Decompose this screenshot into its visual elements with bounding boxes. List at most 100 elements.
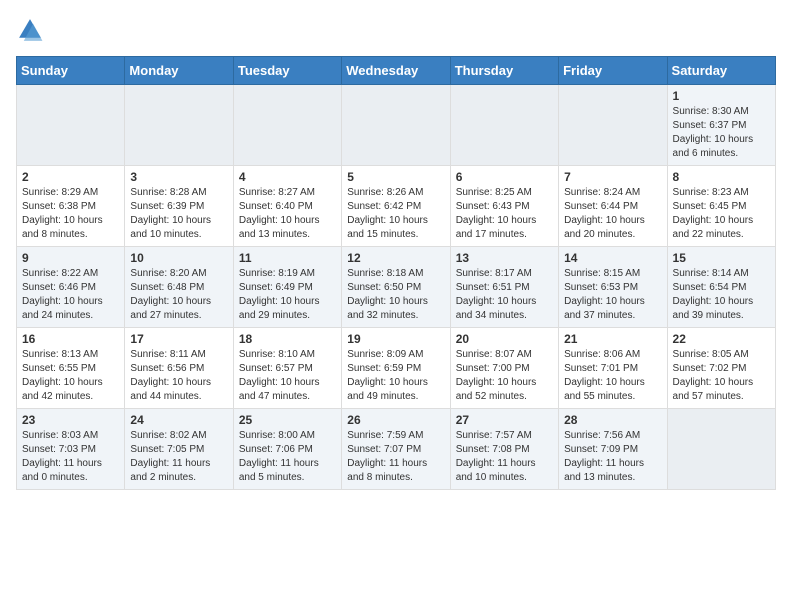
day-number: 16 — [22, 332, 119, 346]
calendar-cell: 17 Sunrise: 8:11 AM Sunset: 6:56 PM Dayli… — [125, 328, 233, 409]
day-info: Sunrise: 8:00 AM Sunset: 7:06 PM Dayligh… — [239, 429, 336, 485]
day-info: Sunrise: 8:05 AM Sunset: 7:02 PM Dayligh… — [673, 348, 770, 404]
calendar-cell — [450, 85, 558, 166]
calendar-cell: 6 Sunrise: 8:25 AM Sunset: 6:43 PM Daylig… — [450, 166, 558, 247]
day-number: 4 — [239, 170, 336, 184]
day-info: Sunrise: 8:27 AM Sunset: 6:40 PM Dayligh… — [239, 186, 336, 242]
day-info: Sunrise: 8:24 AM Sunset: 6:44 PM Dayligh… — [564, 186, 661, 242]
day-number: 23 — [22, 413, 119, 427]
calendar-week-row: 2 Sunrise: 8:29 AM Sunset: 6:38 PM Daylig… — [17, 166, 776, 247]
calendar-cell — [17, 85, 125, 166]
day-number: 18 — [239, 332, 336, 346]
day-number: 9 — [22, 251, 119, 265]
day-info: Sunrise: 8:18 AM Sunset: 6:50 PM Dayligh… — [347, 267, 444, 323]
day-info: Sunrise: 8:10 AM Sunset: 6:57 PM Dayligh… — [239, 348, 336, 404]
calendar: SundayMondayTuesdayWednesdayThursdayFrid… — [16, 56, 776, 490]
calendar-cell: 11 Sunrise: 8:19 AM Sunset: 6:49 PM Dayli… — [233, 247, 341, 328]
calendar-cell: 20 Sunrise: 8:07 AM Sunset: 7:00 PM Dayli… — [450, 328, 558, 409]
calendar-cell: 13Sunrise: 8:17 AM Sunset: 6:51 PM Dayli… — [450, 247, 558, 328]
day-info: Sunrise: 8:26 AM Sunset: 6:42 PM Dayligh… — [347, 186, 444, 242]
day-info: Sunrise: 8:29 AM Sunset: 6:38 PM Dayligh… — [22, 186, 119, 242]
day-info: Sunrise: 8:19 AM Sunset: 6:49 PM Dayligh… — [239, 267, 336, 323]
calendar-cell: 27 Sunrise: 7:57 AM Sunset: 7:08 PM Dayli… — [450, 409, 558, 490]
day-number: 20 — [456, 332, 553, 346]
day-number: 8 — [673, 170, 770, 184]
calendar-cell: 10 Sunrise: 8:20 AM Sunset: 6:48 PM Dayli… — [125, 247, 233, 328]
day-number: 7 — [564, 170, 661, 184]
day-number: 27 — [456, 413, 553, 427]
day-number: 15 — [673, 251, 770, 265]
day-info: Sunrise: 8:06 AM Sunset: 7:01 PM Dayligh… — [564, 348, 661, 404]
day-number: 17 — [130, 332, 227, 346]
header-sunday: Sunday — [17, 57, 125, 85]
day-info: Sunrise: 8:20 AM Sunset: 6:48 PM Dayligh… — [130, 267, 227, 323]
calendar-cell: 21 Sunrise: 8:06 AM Sunset: 7:01 PM Dayli… — [559, 328, 667, 409]
calendar-cell: 25 Sunrise: 8:00 AM Sunset: 7:06 PM Dayli… — [233, 409, 341, 490]
calendar-cell: 5 Sunrise: 8:26 AM Sunset: 6:42 PM Daylig… — [342, 166, 450, 247]
logo-icon — [16, 16, 44, 44]
header-saturday: Saturday — [667, 57, 775, 85]
day-number: 22 — [673, 332, 770, 346]
calendar-cell — [342, 85, 450, 166]
day-number: 21 — [564, 332, 661, 346]
logo — [16, 16, 48, 44]
calendar-cell: 2 Sunrise: 8:29 AM Sunset: 6:38 PM Daylig… — [17, 166, 125, 247]
calendar-cell — [125, 85, 233, 166]
day-info: Sunrise: 8:09 AM Sunset: 6:59 PM Dayligh… — [347, 348, 444, 404]
day-info: Sunrise: 8:15 AM Sunset: 6:53 PM Dayligh… — [564, 267, 661, 323]
calendar-cell: 23 Sunrise: 8:03 AM Sunset: 7:03 PM Dayli… — [17, 409, 125, 490]
header-tuesday: Tuesday — [233, 57, 341, 85]
day-info: Sunrise: 7:59 AM Sunset: 7:07 PM Dayligh… — [347, 429, 444, 485]
day-number: 19 — [347, 332, 444, 346]
day-info: Sunrise: 8:25 AM Sunset: 6:43 PM Dayligh… — [456, 186, 553, 242]
calendar-header-row: SundayMondayTuesdayWednesdayThursdayFrid… — [17, 57, 776, 85]
day-number: 25 — [239, 413, 336, 427]
day-number: 1 — [673, 89, 770, 103]
day-info: Sunrise: 7:57 AM Sunset: 7:08 PM Dayligh… — [456, 429, 553, 485]
calendar-week-row: 1 Sunrise: 8:30 AM Sunset: 6:37 PM Daylig… — [17, 85, 776, 166]
calendar-week-row: 16 Sunrise: 8:13 AM Sunset: 6:55 PM Dayli… — [17, 328, 776, 409]
day-info: Sunrise: 8:07 AM Sunset: 7:00 PM Dayligh… — [456, 348, 553, 404]
header-wednesday: Wednesday — [342, 57, 450, 85]
calendar-cell — [667, 409, 775, 490]
day-number: 14 — [564, 251, 661, 265]
calendar-cell: 28Sunrise: 7:56 AM Sunset: 7:09 PM Dayli… — [559, 409, 667, 490]
calendar-week-row: 23 Sunrise: 8:03 AM Sunset: 7:03 PM Dayli… — [17, 409, 776, 490]
day-number: 12 — [347, 251, 444, 265]
day-info: Sunrise: 8:28 AM Sunset: 6:39 PM Dayligh… — [130, 186, 227, 242]
calendar-cell: 15Sunrise: 8:14 AM Sunset: 6:54 PM Dayli… — [667, 247, 775, 328]
header-friday: Friday — [559, 57, 667, 85]
day-number: 6 — [456, 170, 553, 184]
calendar-cell: 4 Sunrise: 8:27 AM Sunset: 6:40 PM Daylig… — [233, 166, 341, 247]
calendar-week-row: 9 Sunrise: 8:22 AM Sunset: 6:46 PM Daylig… — [17, 247, 776, 328]
day-info: Sunrise: 8:23 AM Sunset: 6:45 PM Dayligh… — [673, 186, 770, 242]
day-number: 5 — [347, 170, 444, 184]
day-number: 28 — [564, 413, 661, 427]
day-info: Sunrise: 8:22 AM Sunset: 6:46 PM Dayligh… — [22, 267, 119, 323]
calendar-cell: 24Sunrise: 8:02 AM Sunset: 7:05 PM Dayli… — [125, 409, 233, 490]
day-info: Sunrise: 8:03 AM Sunset: 7:03 PM Dayligh… — [22, 429, 119, 485]
day-number: 11 — [239, 251, 336, 265]
calendar-cell: 26 Sunrise: 7:59 AM Sunset: 7:07 PM Dayli… — [342, 409, 450, 490]
calendar-cell: 18 Sunrise: 8:10 AM Sunset: 6:57 PM Dayli… — [233, 328, 341, 409]
day-number: 26 — [347, 413, 444, 427]
day-number: 13 — [456, 251, 553, 265]
calendar-cell: 16 Sunrise: 8:13 AM Sunset: 6:55 PM Dayli… — [17, 328, 125, 409]
calendar-cell — [233, 85, 341, 166]
day-number: 10 — [130, 251, 227, 265]
day-number: 2 — [22, 170, 119, 184]
calendar-cell: 7 Sunrise: 8:24 AM Sunset: 6:44 PM Daylig… — [559, 166, 667, 247]
calendar-cell: 9 Sunrise: 8:22 AM Sunset: 6:46 PM Daylig… — [17, 247, 125, 328]
calendar-cell: 1 Sunrise: 8:30 AM Sunset: 6:37 PM Daylig… — [667, 85, 775, 166]
calendar-cell: 8 Sunrise: 8:23 AM Sunset: 6:45 PM Daylig… — [667, 166, 775, 247]
header — [16, 16, 776, 44]
day-number: 3 — [130, 170, 227, 184]
header-monday: Monday — [125, 57, 233, 85]
calendar-cell: 3 Sunrise: 8:28 AM Sunset: 6:39 PM Daylig… — [125, 166, 233, 247]
day-info: Sunrise: 8:30 AM Sunset: 6:37 PM Dayligh… — [673, 105, 770, 161]
day-info: Sunrise: 8:11 AM Sunset: 6:56 PM Dayligh… — [130, 348, 227, 404]
calendar-cell: 14 Sunrise: 8:15 AM Sunset: 6:53 PM Dayli… — [559, 247, 667, 328]
calendar-cell: 19 Sunrise: 8:09 AM Sunset: 6:59 PM Dayli… — [342, 328, 450, 409]
day-info: Sunrise: 8:02 AM Sunset: 7:05 PM Dayligh… — [130, 429, 227, 485]
day-info: Sunrise: 8:13 AM Sunset: 6:55 PM Dayligh… — [22, 348, 119, 404]
